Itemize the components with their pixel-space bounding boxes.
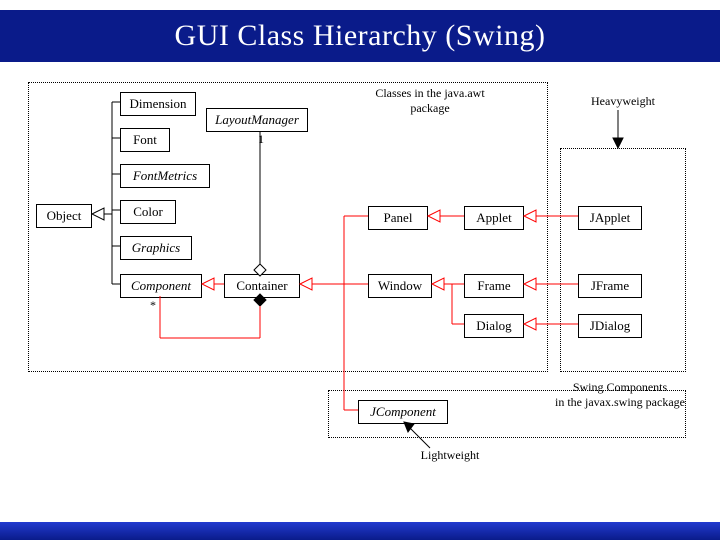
page-title: GUI Class Hierarchy (Swing): [175, 19, 546, 52]
title-bar: GUI Class Hierarchy (Swing): [0, 10, 720, 62]
slide-root: GUI Class Hierarchy (Swing) Classes in t…: [0, 0, 720, 540]
footer-bar: [0, 522, 720, 540]
connectors: [0, 70, 720, 500]
diagram-canvas: Classes in the java.awt package Heavywei…: [0, 70, 720, 500]
